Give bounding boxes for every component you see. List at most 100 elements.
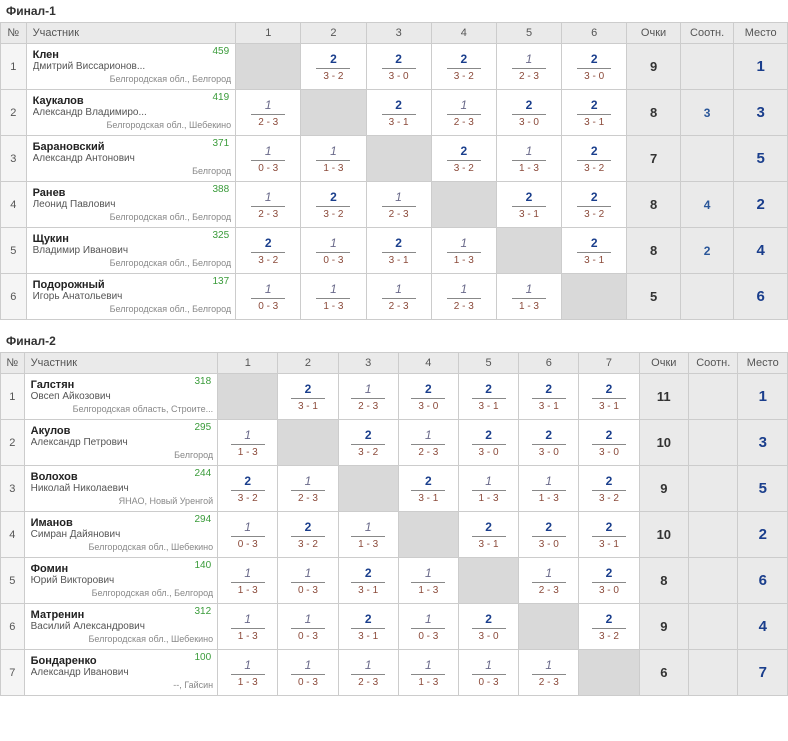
- participant-fullname: Александр Иванович: [31, 667, 181, 678]
- cell-points: 2: [330, 52, 337, 68]
- score-cell: 23 - 1: [398, 466, 458, 512]
- cell-score: 1 - 3: [351, 536, 385, 550]
- cell-points: 1: [395, 190, 402, 206]
- cell-score: 3 - 0: [512, 114, 546, 128]
- cell-points: 1: [460, 236, 467, 252]
- score-cell: 12 - 3: [431, 274, 496, 320]
- score-cell: 23 - 0: [366, 44, 431, 90]
- participant-surname: Бондаренко: [31, 655, 214, 667]
- table-row: 3244ВолоховНиколай НиколаевичЯНАО, Новый…: [1, 466, 788, 512]
- cell-points: 2: [460, 52, 467, 68]
- score-cell: 12 - 3: [398, 420, 458, 466]
- cell-points: 1: [244, 428, 251, 444]
- score-cell: [431, 182, 496, 228]
- cell-points: 1: [485, 658, 492, 674]
- score-cell: 23 - 0: [458, 420, 518, 466]
- score-cell: 23 - 0: [496, 90, 561, 136]
- cell-points: 1: [365, 382, 372, 398]
- participant-region: Белгород: [33, 164, 232, 176]
- table-row: 4294ИмановСимран ДайяновичБелгородская о…: [1, 512, 788, 558]
- participant-region: Белгородская область, Строите...: [31, 402, 214, 414]
- score-cell: 10 - 3: [301, 228, 366, 274]
- row-place: 1: [738, 374, 788, 420]
- cell-points: 2: [425, 382, 432, 398]
- participant-rating: 295: [194, 422, 211, 433]
- header-place: Место: [738, 353, 788, 374]
- score-cell: 23 - 0: [562, 44, 627, 90]
- cell-points: 2: [591, 190, 598, 206]
- row-points: 8: [639, 558, 688, 604]
- score-cell: 12 - 3: [338, 650, 398, 696]
- cell-score: 3 - 1: [291, 398, 325, 412]
- cell-score: 0 - 3: [291, 674, 325, 688]
- score-cell: 23 - 0: [519, 420, 579, 466]
- table-row: 1318ГалстянОвсеп АйкозовичБелгородская о…: [1, 374, 788, 420]
- cell-score: 3 - 1: [351, 628, 385, 642]
- cell-score: 3 - 2: [251, 252, 285, 266]
- row-place: 6: [738, 558, 788, 604]
- cell-score: 3 - 1: [577, 114, 611, 128]
- score-cell: 23 - 0: [398, 374, 458, 420]
- score-cell: 23 - 2: [579, 466, 639, 512]
- cell-score: 2 - 3: [447, 114, 481, 128]
- cell-points: 1: [244, 566, 251, 582]
- score-cell: 23 - 1: [338, 558, 398, 604]
- row-num: 1: [1, 44, 27, 90]
- participant-cell: 294ИмановСимран ДайяновичБелгородская об…: [24, 512, 218, 558]
- score-cell: 11 - 3: [301, 274, 366, 320]
- row-place: 4: [738, 604, 788, 650]
- row-ratio: [689, 420, 738, 466]
- participant-cell: 388РаневЛеонид ПавловичБелгородская обл.…: [26, 182, 236, 228]
- row-ratio: [680, 44, 734, 90]
- participant-rating: 294: [194, 514, 211, 525]
- score-cell: [519, 604, 579, 650]
- row-points: 11: [639, 374, 688, 420]
- participant-fullname: Василий Александрович: [31, 621, 181, 632]
- participant-region: Белгородская обл., Белгород: [31, 586, 214, 598]
- row-place: 4: [734, 228, 788, 274]
- cell-score: 3 - 1: [592, 398, 626, 412]
- cell-score: 1 - 3: [231, 444, 265, 458]
- score-cell: [562, 274, 627, 320]
- cell-score: 3 - 1: [592, 536, 626, 550]
- participant-rating: 371: [212, 138, 229, 149]
- cell-points: 1: [244, 658, 251, 674]
- row-place: 5: [738, 466, 788, 512]
- header-place: Место: [734, 23, 788, 44]
- participant-rating: 388: [212, 184, 229, 195]
- cell-score: 2 - 3: [512, 68, 546, 82]
- row-num: 3: [1, 466, 25, 512]
- score-cell: [236, 44, 301, 90]
- header-participant: Участник: [26, 23, 236, 44]
- row-ratio: [689, 604, 738, 650]
- cell-points: 1: [244, 520, 251, 536]
- header-round-1: 1: [218, 353, 278, 374]
- cell-points: 2: [330, 190, 337, 206]
- cell-score: 3 - 1: [382, 114, 416, 128]
- group-title: Финал-2: [0, 330, 788, 352]
- cell-points: 1: [425, 428, 432, 444]
- score-cell: [301, 90, 366, 136]
- participant-surname: Клен: [33, 49, 232, 61]
- header-round-3: 3: [338, 353, 398, 374]
- row-place: 6: [734, 274, 788, 320]
- score-cell: 11 - 3: [218, 558, 278, 604]
- cell-points: 1: [305, 612, 312, 628]
- cell-points: 2: [606, 566, 613, 582]
- group-1: Финал-2№Участник1234567ОчкиСоотн.Место13…: [0, 330, 788, 696]
- cell-score: 0 - 3: [251, 160, 285, 174]
- cell-points: 2: [365, 612, 372, 628]
- score-cell: 10 - 3: [278, 558, 338, 604]
- score-cell: 11 - 3: [218, 420, 278, 466]
- participant-cell: 137ПодорожныйИгорь АнатольевичБелгородск…: [26, 274, 236, 320]
- cell-score: 3 - 2: [316, 68, 350, 82]
- cell-points: 2: [305, 520, 312, 536]
- score-cell: 11 - 3: [398, 558, 458, 604]
- cell-points: 2: [526, 98, 533, 114]
- table-row: 2419КаукаловАлександр Владимиро...Белгор…: [1, 90, 788, 136]
- score-cell: 12 - 3: [366, 274, 431, 320]
- row-points: 8: [627, 228, 681, 274]
- score-cell: 23 - 2: [431, 136, 496, 182]
- cell-score: 2 - 3: [382, 206, 416, 220]
- score-cell: 11 - 3: [458, 466, 518, 512]
